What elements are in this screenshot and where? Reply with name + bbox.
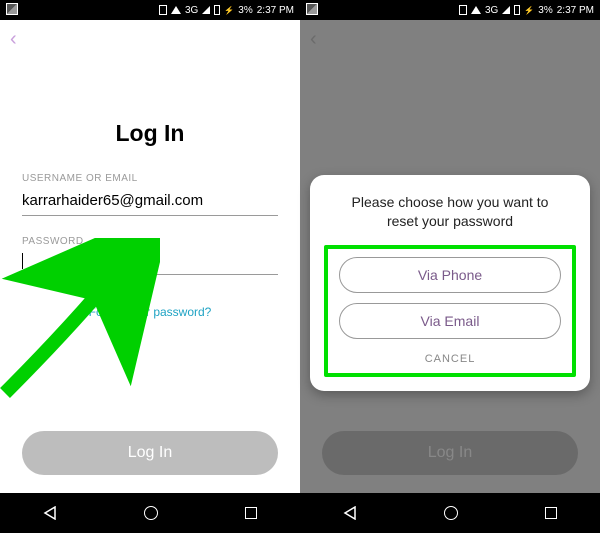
username-label: USERNAME OR EMAIL xyxy=(22,173,278,184)
vibrate-icon xyxy=(159,5,167,15)
charging-icon: ⚡ xyxy=(524,6,534,15)
nav-home-icon[interactable] xyxy=(144,506,158,520)
username-field-group: USERNAME OR EMAIL xyxy=(22,173,278,216)
battery-label: 3% xyxy=(238,5,252,16)
login-button-dimmed: Log In xyxy=(322,431,578,475)
wifi-icon xyxy=(171,6,181,14)
signal-icon xyxy=(202,6,210,14)
back-icon: ‹ xyxy=(310,28,317,51)
battery-icon xyxy=(214,5,220,15)
password-input[interactable] xyxy=(22,251,278,275)
signal-icon xyxy=(502,6,510,14)
right-screenshot: 3G ⚡ 3% 2:37 PM ‹ Log In Please choose h… xyxy=(300,0,600,533)
battery-label: 3% xyxy=(538,5,552,16)
charging-icon: ⚡ xyxy=(224,6,234,15)
login-screen: ‹ Log In USERNAME OR EMAIL PASSWORD Forg… xyxy=(0,20,300,493)
android-nav-bar xyxy=(300,493,600,533)
back-icon[interactable]: ‹ xyxy=(10,28,17,51)
network-label: 3G xyxy=(185,5,198,16)
page-title: Log In xyxy=(22,120,278,147)
cancel-button[interactable]: CANCEL xyxy=(334,349,566,367)
gallery-icon xyxy=(306,3,318,15)
android-nav-bar xyxy=(0,493,300,533)
login-screen-dimmed: ‹ Log In Please choose how you want to r… xyxy=(300,20,600,493)
highlighted-buttons-group: Via Phone Via Email CANCEL xyxy=(324,245,576,377)
status-bar: 3G ⚡ 3% 2:37 PM xyxy=(0,0,300,20)
nav-back-icon[interactable] xyxy=(43,506,57,520)
left-screenshot: 3G ⚡ 3% 2:37 PM ‹ Log In USERNAME OR EMA… xyxy=(0,0,300,533)
nav-home-icon[interactable] xyxy=(444,506,458,520)
via-phone-button[interactable]: Via Phone xyxy=(339,257,562,293)
gallery-icon xyxy=(6,3,18,15)
time-label: 2:37 PM xyxy=(257,5,294,16)
status-bar: 3G ⚡ 3% 2:37 PM xyxy=(300,0,600,20)
network-label: 3G xyxy=(485,5,498,16)
login-button[interactable]: Log In xyxy=(22,431,278,475)
nav-recent-icon[interactable] xyxy=(245,507,257,519)
via-email-button[interactable]: Via Email xyxy=(339,303,562,339)
modal-title: Please choose how you want to reset your… xyxy=(324,193,576,231)
username-input[interactable] xyxy=(22,188,278,216)
wifi-icon xyxy=(471,6,481,14)
password-label: PASSWORD xyxy=(22,236,278,247)
nav-back-icon[interactable] xyxy=(343,506,357,520)
forgot-password-link[interactable]: Forgot your password? xyxy=(22,305,278,319)
reset-password-modal: Please choose how you want to reset your… xyxy=(310,175,590,391)
time-label: 2:37 PM xyxy=(557,5,594,16)
password-field-group: PASSWORD xyxy=(22,236,278,275)
nav-recent-icon[interactable] xyxy=(545,507,557,519)
battery-icon xyxy=(514,5,520,15)
vibrate-icon xyxy=(459,5,467,15)
